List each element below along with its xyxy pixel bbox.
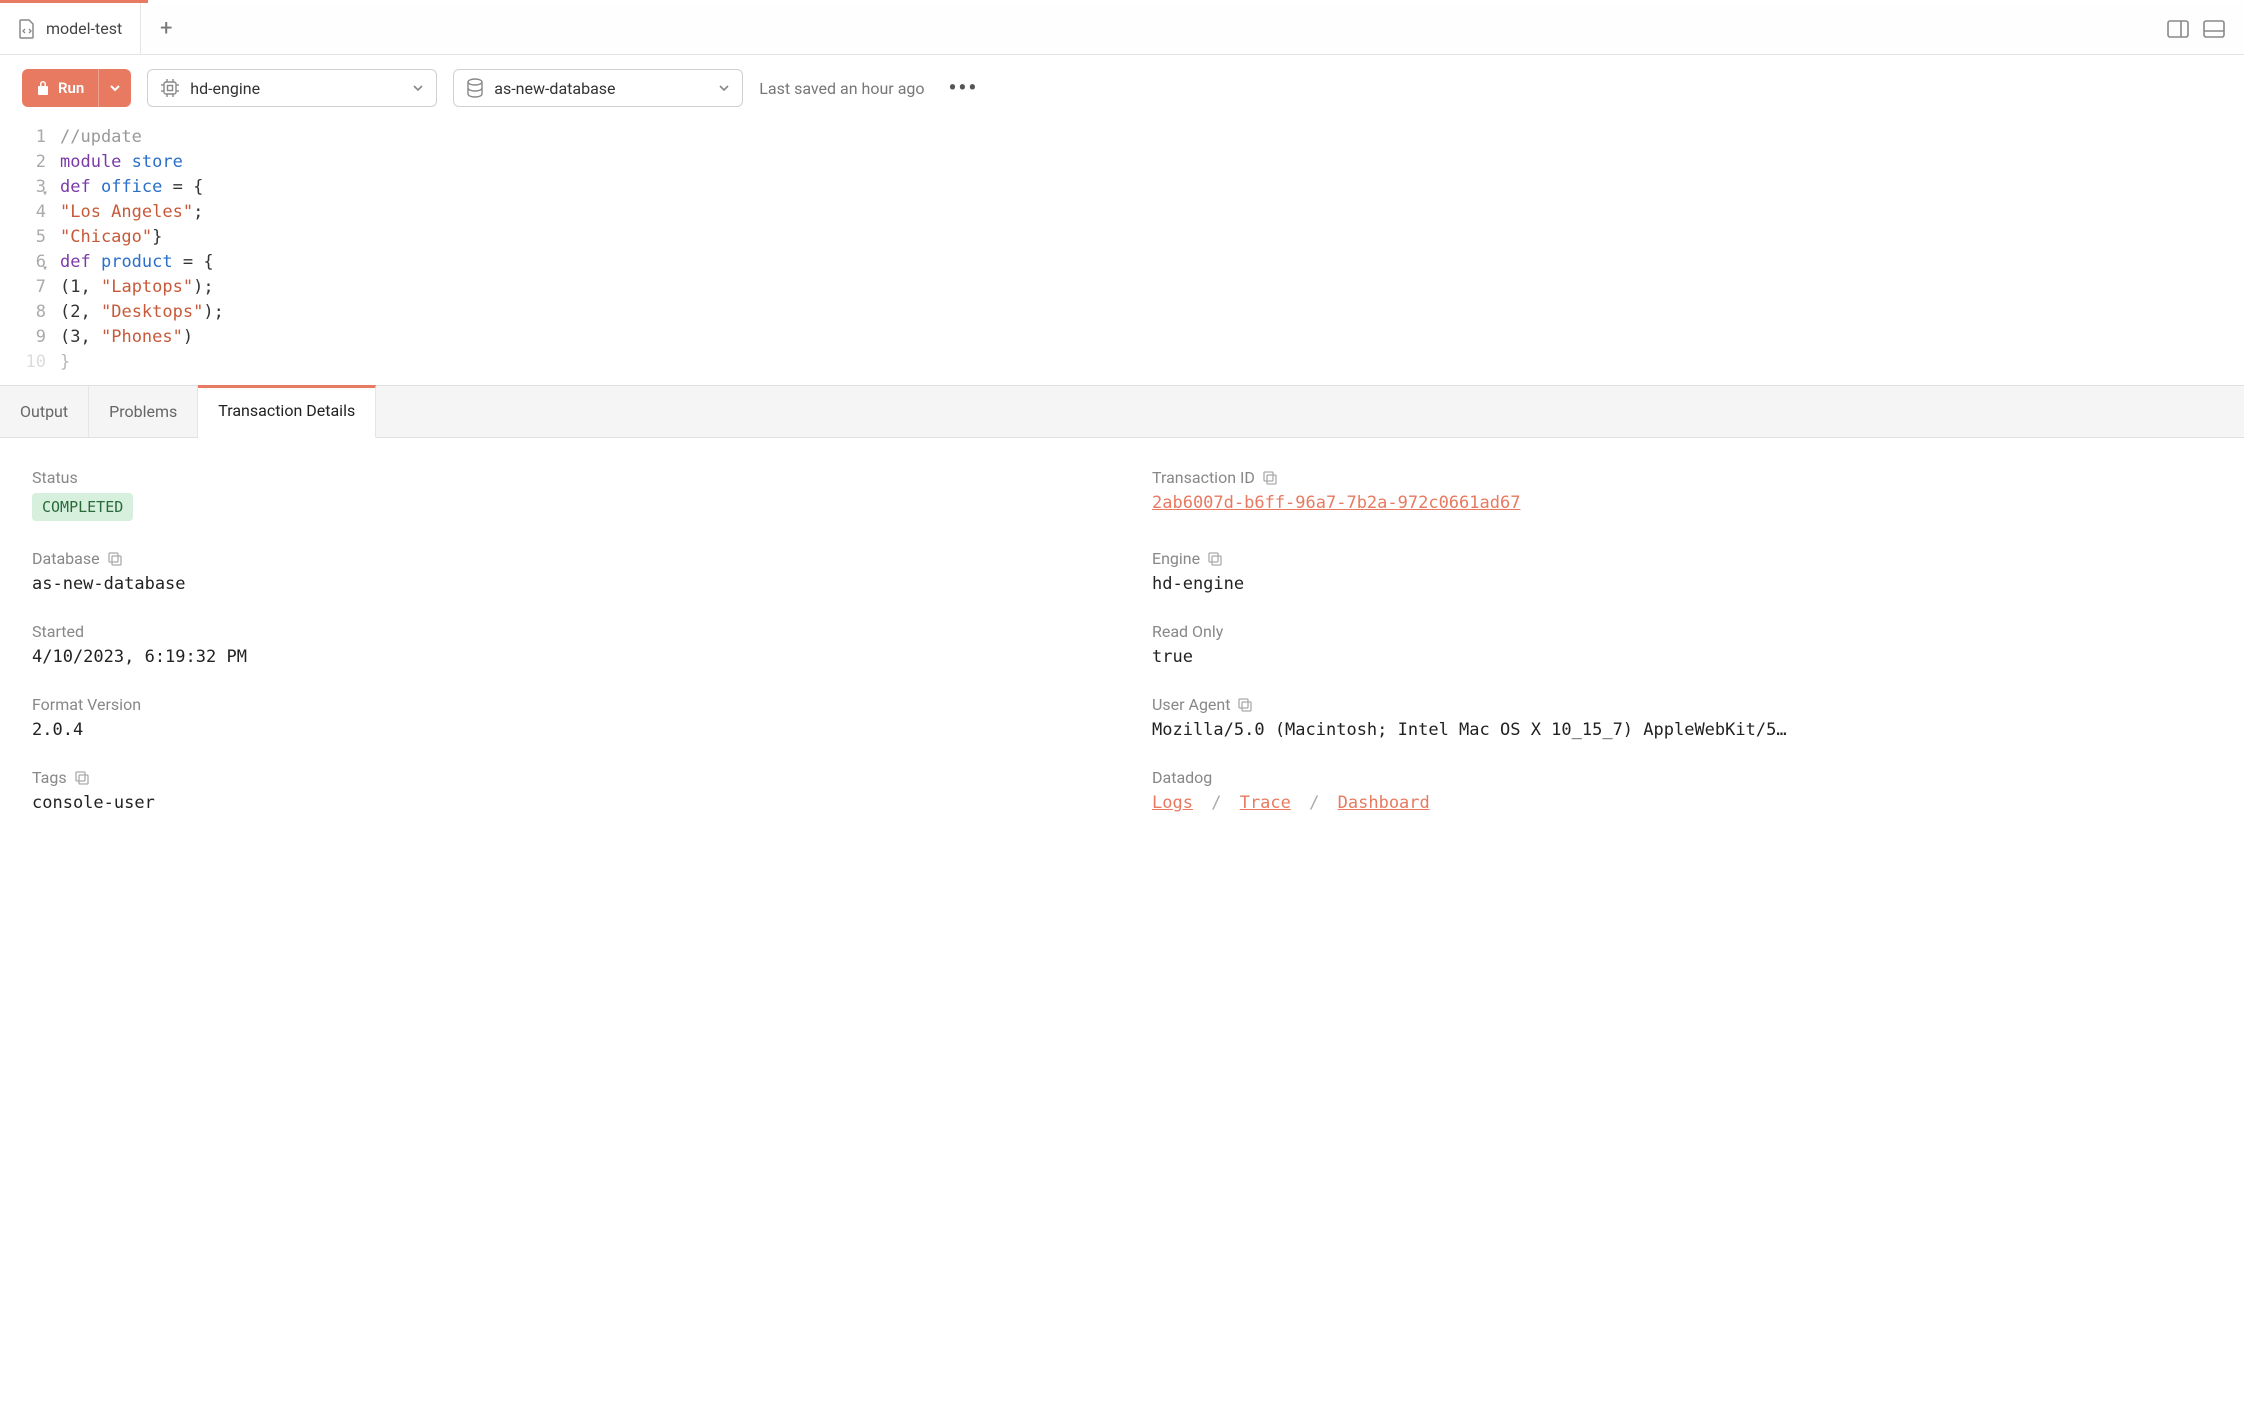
tab-label: model-test xyxy=(46,19,122,38)
detail-value: as-new-database xyxy=(32,574,1092,594)
copy-icon[interactable] xyxy=(108,552,122,566)
detail-database: Database as-new-database xyxy=(32,549,1092,594)
detail-value: 4/10/2023, 6:19:32 PM xyxy=(32,647,1092,667)
engine-select[interactable]: hd-engine xyxy=(147,69,437,107)
datadog-trace-link[interactable]: Trace xyxy=(1240,793,1291,813)
copy-icon[interactable] xyxy=(75,771,89,785)
code-line[interactable]: //update xyxy=(60,125,2244,150)
detail-value: hd-engine xyxy=(1152,574,2212,594)
detail-read-only: Read Only true xyxy=(1152,622,2212,667)
copy-icon[interactable] xyxy=(1238,698,1252,712)
tab-transaction-details[interactable]: Transaction Details xyxy=(198,385,376,438)
detail-value: console-user xyxy=(32,793,1092,813)
code-body[interactable]: //updatemodule storedef office = {"Los A… xyxy=(60,125,2244,375)
add-tab-button[interactable]: + xyxy=(141,16,191,41)
transaction-id-link[interactable]: 2ab6007d-b6ff-96a7-7b2a-972c0661ad67 xyxy=(1152,493,1520,513)
bottom-panel-toggle[interactable] xyxy=(2202,17,2226,41)
code-file-icon xyxy=(18,19,36,39)
chevron-down-icon xyxy=(718,84,730,92)
detail-label: Status xyxy=(32,468,1092,487)
code-line[interactable]: (2, "Desktops"); xyxy=(60,300,2244,325)
line-number: 2 xyxy=(0,150,46,175)
separator: / xyxy=(1203,793,1229,813)
detail-label: Transaction ID xyxy=(1152,468,1255,487)
plus-icon: + xyxy=(160,16,172,41)
line-number: 10 xyxy=(0,350,46,375)
tab-problems[interactable]: Problems xyxy=(89,386,198,437)
detail-datadog: Datadog Logs / Trace / Dashboard xyxy=(1152,768,2212,813)
tab-bar: model-test + xyxy=(0,3,2244,55)
detail-label: Read Only xyxy=(1152,622,2212,641)
lock-icon xyxy=(36,80,50,96)
database-select-value: as-new-database xyxy=(494,79,708,98)
detail-label: User Agent xyxy=(1152,695,1230,714)
detail-value: 2.0.4 xyxy=(32,720,1092,740)
last-saved-text: Last saved an hour ago xyxy=(759,79,924,98)
line-number: 3▾ xyxy=(0,175,46,200)
code-line[interactable]: def product = { xyxy=(60,250,2244,275)
detail-format-version: Format Version 2.0.4 xyxy=(32,695,1092,740)
detail-value: Mozilla/5.0 (Macintosh; Intel Mac OS X 1… xyxy=(1152,720,2212,740)
detail-value: true xyxy=(1152,647,2212,667)
chevron-down-icon xyxy=(412,84,424,92)
transaction-details-panel: Status COMPLETED Transaction ID 2ab6007d… xyxy=(0,438,2244,843)
detail-status: Status COMPLETED xyxy=(32,468,1092,521)
code-line[interactable]: "Los Angeles"; xyxy=(60,200,2244,225)
separator: / xyxy=(1301,793,1327,813)
detail-label: Datadog xyxy=(1152,768,2212,787)
line-number: 7 xyxy=(0,275,46,300)
run-button[interactable]: Run xyxy=(22,69,131,107)
tab-output[interactable]: Output xyxy=(0,386,89,437)
toolbar: Run hd-engine xyxy=(0,55,2244,121)
result-tabs: Output Problems Transaction Details xyxy=(0,385,2244,438)
database-select[interactable]: as-new-database xyxy=(453,69,743,107)
run-button-label: Run xyxy=(58,79,84,97)
code-line[interactable]: } xyxy=(60,350,2244,375)
detail-label: Tags xyxy=(32,768,67,787)
detail-tags: Tags console-user xyxy=(32,768,1092,813)
detail-label: Engine xyxy=(1152,549,1200,568)
line-number: 1 xyxy=(0,125,46,150)
copy-icon[interactable] xyxy=(1208,552,1222,566)
detail-transaction-id: Transaction ID 2ab6007d-b6ff-96a7-7b2a-9… xyxy=(1152,468,2212,521)
chevron-down-icon xyxy=(109,84,121,92)
line-gutter: 123▾456▾78910 xyxy=(0,125,60,375)
database-icon xyxy=(466,78,484,98)
code-editor[interactable]: 123▾456▾78910 //updatemodule storedef of… xyxy=(0,121,2244,385)
detail-label: Started xyxy=(32,622,1092,641)
file-tab[interactable]: model-test xyxy=(0,3,141,54)
side-panel-toggle[interactable] xyxy=(2166,17,2190,41)
detail-label: Database xyxy=(32,549,100,568)
code-line[interactable]: (3, "Phones") xyxy=(60,325,2244,350)
detail-engine: Engine hd-engine xyxy=(1152,549,2212,594)
line-number: 9 xyxy=(0,325,46,350)
datadog-dashboard-link[interactable]: Dashboard xyxy=(1338,793,1430,813)
code-line[interactable]: module store xyxy=(60,150,2244,175)
more-menu-button[interactable]: ••• xyxy=(941,76,987,101)
line-number: 4 xyxy=(0,200,46,225)
datadog-logs-link[interactable]: Logs xyxy=(1152,793,1193,813)
code-line[interactable]: (1, "Laptops"); xyxy=(60,275,2244,300)
code-line[interactable]: "Chicago"} xyxy=(60,225,2244,250)
line-number: 5 xyxy=(0,225,46,250)
run-dropdown-toggle[interactable] xyxy=(98,69,131,107)
chip-icon xyxy=(160,78,180,98)
line-number: 6▾ xyxy=(0,250,46,275)
status-badge: COMPLETED xyxy=(32,493,133,521)
code-line[interactable]: def office = { xyxy=(60,175,2244,200)
detail-user-agent: User Agent Mozilla/5.0 (Macintosh; Intel… xyxy=(1152,695,2212,740)
detail-label: Format Version xyxy=(32,695,1092,714)
engine-select-value: hd-engine xyxy=(190,79,402,98)
copy-icon[interactable] xyxy=(1263,471,1277,485)
detail-started: Started 4/10/2023, 6:19:32 PM xyxy=(32,622,1092,667)
line-number: 8 xyxy=(0,300,46,325)
